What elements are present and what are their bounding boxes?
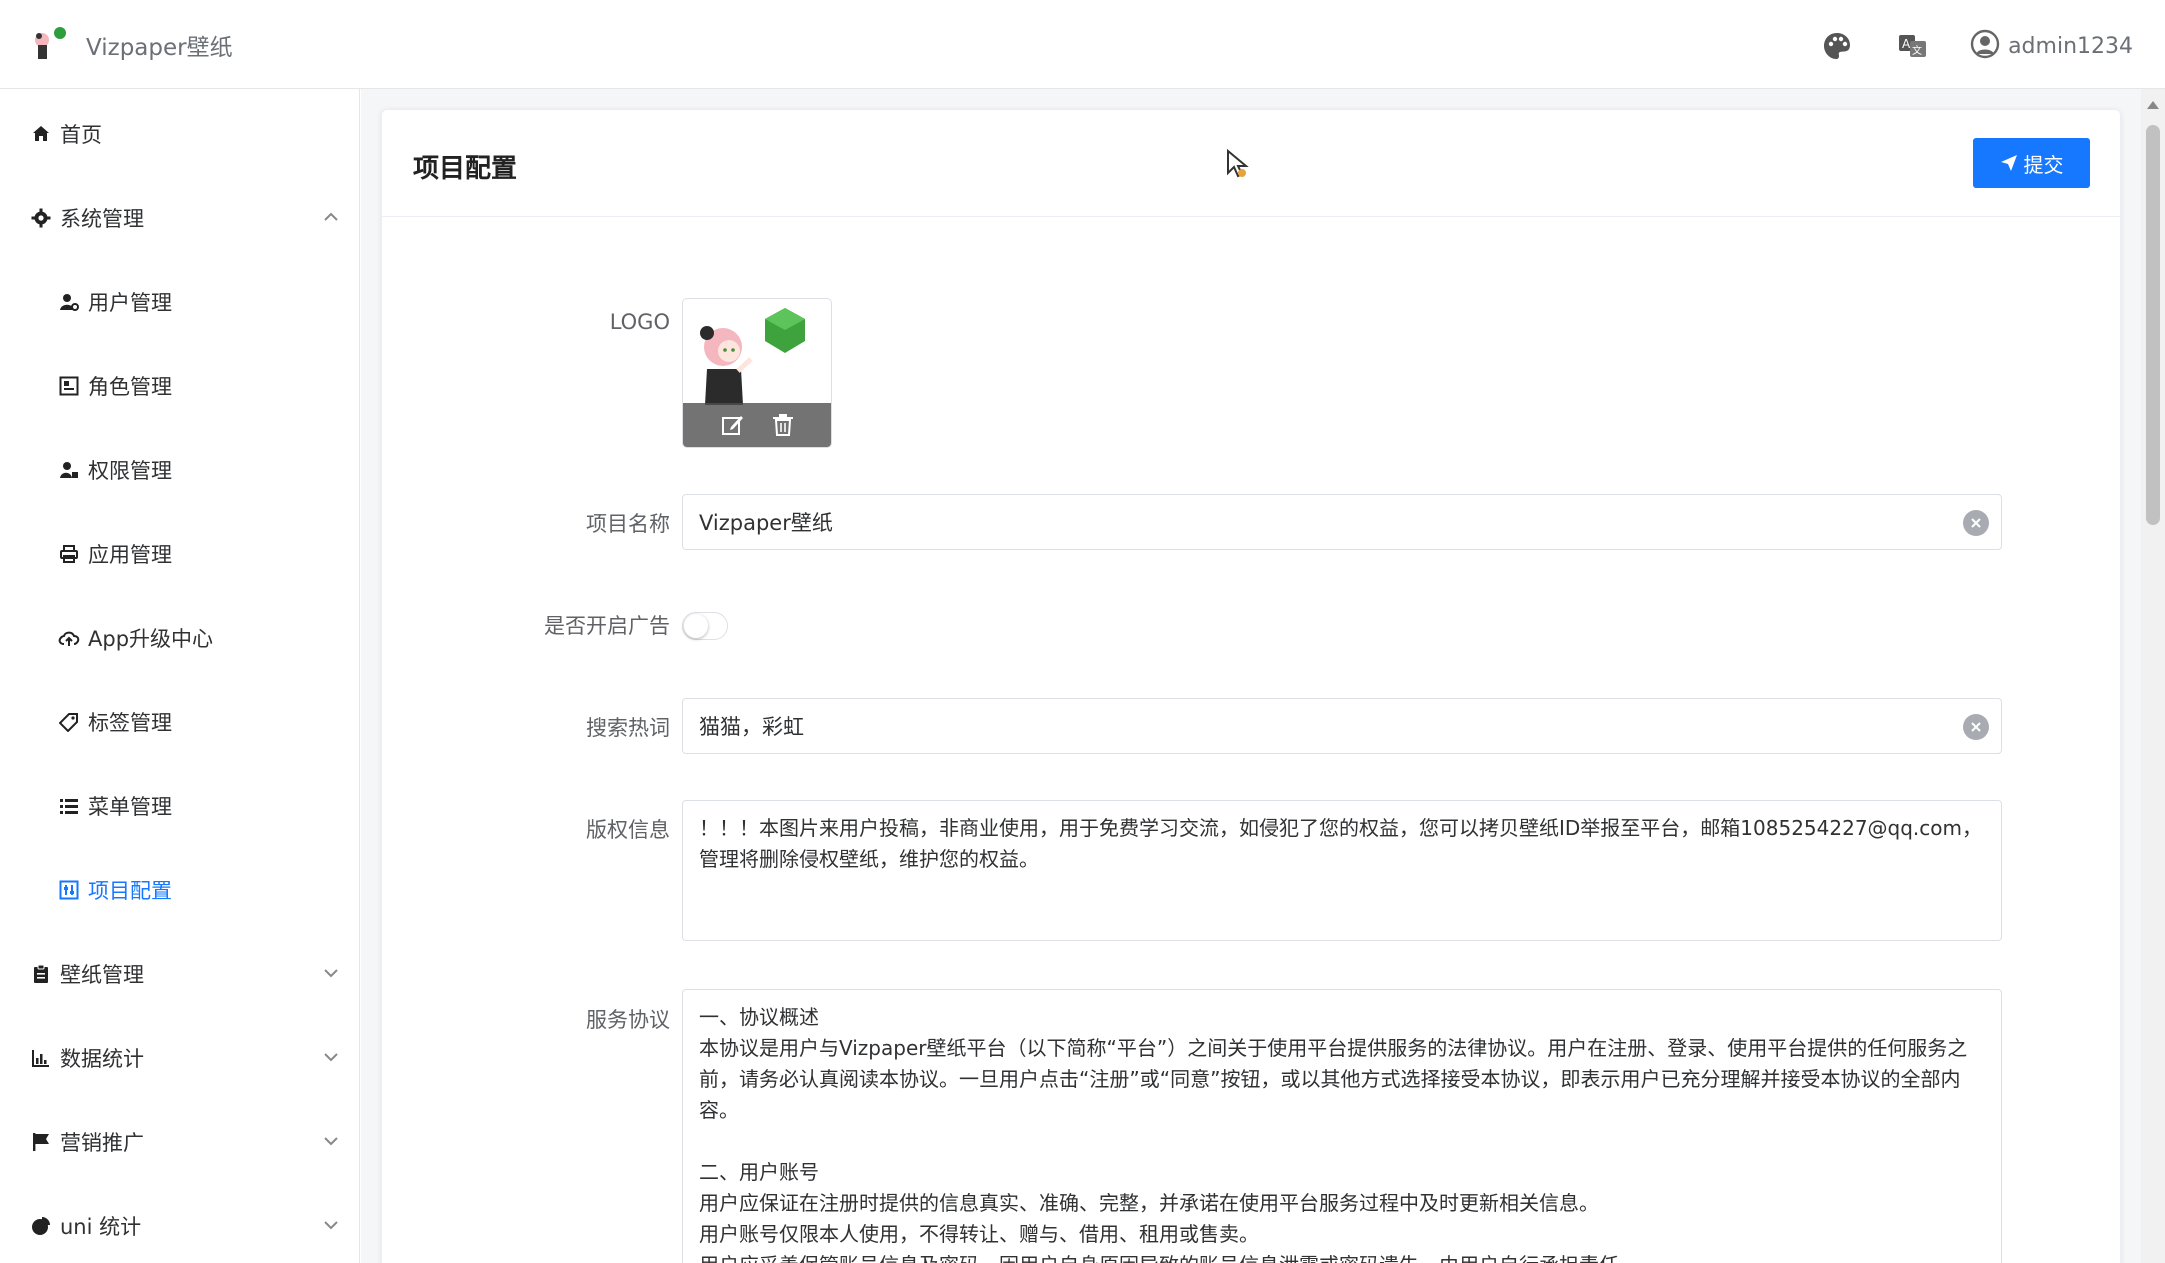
copyright-textarea[interactable]: ！！！本图片来用户投稿，非商业使用，用于免费学习交流，如侵犯了您的权益，您可以拷… bbox=[682, 800, 2002, 941]
sidebar-item-label: uni 统计 bbox=[60, 1215, 142, 1239]
sidebar-item-label: 首页 bbox=[60, 123, 102, 147]
clear-icon[interactable] bbox=[1963, 510, 1989, 536]
hot-words-input[interactable]: 猫猫，彩虹 bbox=[682, 698, 2002, 754]
project-name-label: 项目名称 bbox=[586, 512, 670, 536]
list-icon bbox=[58, 795, 80, 817]
sidebar-item-system[interactable]: 系统管理 bbox=[0, 176, 359, 260]
card-header: 项目配置 提交 bbox=[382, 110, 2120, 217]
sidebar: 首页 系统管理 用户管理 角色管理 权限管理 应用管理 App升级中心 标签管理… bbox=[0, 89, 360, 1263]
sidebar-item-label: 系统管理 bbox=[60, 207, 144, 231]
bar-chart-icon bbox=[30, 1047, 52, 1069]
chevron-down-icon bbox=[321, 963, 341, 983]
copyright-label: 版权信息 bbox=[586, 818, 670, 842]
logo-label: LOGO bbox=[609, 310, 670, 334]
delete-icon[interactable] bbox=[772, 413, 794, 437]
project-name-input[interactable]: Vizpaper壁纸 bbox=[682, 494, 2002, 550]
chevron-down-icon bbox=[321, 1047, 341, 1067]
project-name-value: Vizpaper壁纸 bbox=[699, 511, 833, 535]
agreement-label: 服务协议 bbox=[586, 1008, 670, 1032]
gear-icon bbox=[30, 207, 52, 229]
sidebar-item-label: App升级中心 bbox=[88, 627, 214, 651]
sidebar-item-label: 壁纸管理 bbox=[60, 963, 144, 987]
sidebar-item-menus[interactable]: 菜单管理 bbox=[0, 764, 359, 848]
sidebar-item-users[interactable]: 用户管理 bbox=[0, 260, 359, 344]
edit-icon[interactable] bbox=[721, 413, 745, 437]
sliders-icon bbox=[58, 879, 80, 901]
cloud-upload-icon bbox=[58, 627, 80, 649]
chevron-down-icon bbox=[321, 1215, 341, 1235]
sidebar-item-label: 营销推广 bbox=[60, 1131, 144, 1155]
sidebar-item-label: 项目配置 bbox=[88, 879, 172, 903]
main-content: 项目配置 提交 LOGO 项目名称 Vizpaper壁纸 是否开启广告 搜索热词… bbox=[361, 89, 2141, 1263]
submit-label: 提交 bbox=[2023, 154, 2064, 177]
sidebar-item-label: 用户管理 bbox=[88, 291, 172, 315]
send-icon bbox=[2000, 155, 2017, 171]
logo-actions bbox=[683, 403, 831, 447]
sidebar-item-label: 菜单管理 bbox=[88, 795, 172, 819]
submit-button[interactable]: 提交 bbox=[1973, 138, 2090, 188]
sidebar-item-wallpapers[interactable]: 壁纸管理 bbox=[0, 932, 359, 1016]
sidebar-item-label: 标签管理 bbox=[88, 711, 172, 735]
user-menu[interactable]: admin1234 bbox=[1970, 29, 2133, 63]
home-icon bbox=[30, 123, 52, 145]
ad-switch-label: 是否开启广告 bbox=[544, 614, 670, 638]
sidebar-item-permissions[interactable]: 权限管理 bbox=[0, 428, 359, 512]
brand-logo-icon bbox=[30, 25, 70, 65]
page-scrollbar[interactable] bbox=[2141, 89, 2165, 1263]
theme-palette-icon[interactable] bbox=[1820, 29, 1854, 63]
tag-icon bbox=[58, 711, 80, 733]
sidebar-item-app-upgrade[interactable]: App升级中心 bbox=[0, 596, 359, 680]
chevron-down-icon bbox=[321, 1131, 341, 1151]
pie-chart-icon bbox=[30, 1215, 52, 1237]
logo-uploader[interactable] bbox=[682, 298, 832, 448]
sidebar-item-apps[interactable]: 应用管理 bbox=[0, 512, 359, 596]
sidebar-item-marketing[interactable]: 营销推广 bbox=[0, 1100, 359, 1184]
svg-text:文: 文 bbox=[1912, 44, 1922, 57]
user-lock-icon bbox=[58, 459, 80, 481]
clipboard-icon bbox=[30, 963, 52, 985]
ad-toggle-switch[interactable] bbox=[682, 612, 728, 640]
switch-knob bbox=[684, 614, 708, 638]
page-title: 项目配置 bbox=[413, 154, 518, 184]
chevron-up-icon bbox=[321, 207, 341, 227]
sidebar-item-label: 角色管理 bbox=[88, 375, 172, 399]
sidebar-item-roles[interactable]: 角色管理 bbox=[0, 344, 359, 428]
svg-text:A: A bbox=[1902, 37, 1911, 51]
user-gear-icon bbox=[58, 291, 80, 313]
sidebar-item-project-config[interactable]: 项目配置 bbox=[0, 848, 359, 932]
user-name: admin1234 bbox=[2008, 33, 2133, 59]
logo-preview-image bbox=[683, 299, 831, 405]
mouse-cursor-icon bbox=[1224, 147, 1254, 183]
scroll-thumb[interactable] bbox=[2146, 125, 2160, 525]
sidebar-item-tags[interactable]: 标签管理 bbox=[0, 680, 359, 764]
scroll-up-arrow-icon[interactable] bbox=[2147, 101, 2159, 109]
clear-icon[interactable] bbox=[1963, 714, 1989, 740]
sidebar-item-statistics[interactable]: 数据统计 bbox=[0, 1016, 359, 1100]
sidebar-item-label: 权限管理 bbox=[88, 459, 172, 483]
header-actions: A 文 admin1234 bbox=[1778, 26, 2133, 66]
sidebar-item-label: 应用管理 bbox=[88, 543, 172, 567]
config-card: 项目配置 提交 LOGO 项目名称 Vizpaper壁纸 是否开启广告 搜索热词… bbox=[381, 109, 2121, 1263]
sidebar-item-home[interactable]: 首页 bbox=[0, 92, 359, 176]
sidebar-item-label: 数据统计 bbox=[60, 1047, 144, 1071]
flag-icon bbox=[30, 1131, 52, 1153]
agreement-textarea[interactable]: 一、协议概述 本协议是用户与Vizpaper壁纸平台（以下简称“平台”）之间关于… bbox=[682, 989, 2002, 1263]
top-header: Vizpaper壁纸 A 文 admin1234 bbox=[0, 0, 2165, 89]
hot-words-label: 搜索热词 bbox=[586, 716, 670, 740]
role-card-icon bbox=[58, 375, 80, 397]
sidebar-item-uni-stats[interactable]: uni 统计 bbox=[0, 1184, 359, 1263]
brand-title: Vizpaper壁纸 bbox=[86, 35, 233, 61]
brand[interactable]: Vizpaper壁纸 bbox=[30, 22, 233, 68]
hot-words-value: 猫猫，彩虹 bbox=[699, 715, 804, 739]
printer-icon bbox=[58, 543, 80, 565]
avatar-icon bbox=[1970, 29, 2000, 63]
translate-icon[interactable]: A 文 bbox=[1896, 29, 1930, 63]
